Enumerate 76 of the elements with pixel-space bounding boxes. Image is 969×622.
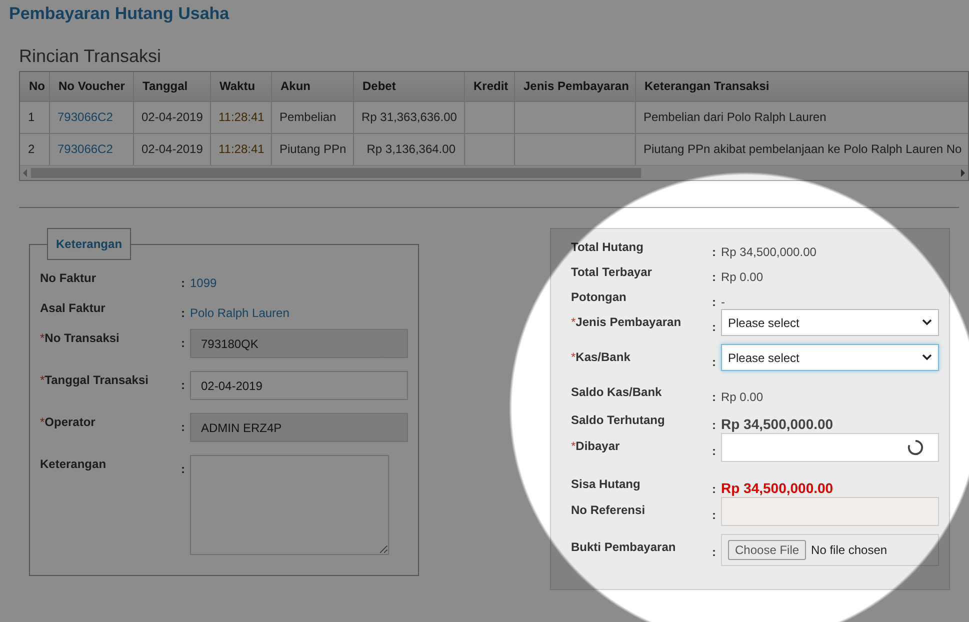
field-label: Total Hutang bbox=[571, 240, 644, 255]
colon: : bbox=[712, 418, 716, 432]
field-label: *Jenis Pembayaran bbox=[571, 315, 682, 330]
field-label: Bukti Pembayaran bbox=[571, 540, 676, 555]
colon: : bbox=[181, 276, 185, 290]
column-header: Jenis Pembayaran bbox=[514, 72, 635, 101]
field-label: Total Terbayar bbox=[571, 265, 652, 280]
file-status: No file chosen bbox=[811, 542, 888, 559]
colon: : bbox=[712, 295, 716, 309]
colon: : bbox=[712, 320, 716, 334]
colon: : bbox=[712, 444, 716, 458]
text-field[interactable] bbox=[721, 497, 939, 526]
field-label: No Faktur bbox=[40, 271, 96, 286]
text-field[interactable]: 02-04-2019 bbox=[190, 371, 408, 400]
chevron-down-icon bbox=[922, 319, 932, 326]
field-label: Saldo Kas/Bank bbox=[571, 385, 662, 400]
horizontal-scrollbar[interactable] bbox=[20, 165, 968, 180]
page-title: Pembayaran Hutang Usaha bbox=[9, 3, 230, 25]
field-label: *Kas/Bank bbox=[571, 350, 630, 365]
table-cell: 1 bbox=[20, 101, 49, 133]
field-value: Rp 34,500,000.00 bbox=[721, 245, 816, 259]
colon: : bbox=[712, 545, 716, 559]
field-value: Rp 34,500,000.00 bbox=[721, 480, 834, 496]
column-header: Debet bbox=[353, 72, 464, 101]
colon: : bbox=[181, 420, 185, 434]
field-value: Rp 0.00 bbox=[721, 390, 764, 404]
column-header: No Voucher bbox=[49, 72, 133, 101]
field-label: Potongan bbox=[571, 290, 626, 305]
field-label: Saldo Terhutang bbox=[571, 413, 665, 428]
section-title: Rincian Transaksi bbox=[19, 45, 162, 67]
colon: : bbox=[712, 245, 716, 259]
table-cell: Pembelian dari Polo Ralph Lauren bbox=[635, 101, 968, 133]
colon: : bbox=[181, 306, 185, 320]
chevron-down-icon bbox=[922, 354, 932, 361]
colon: : bbox=[181, 378, 185, 392]
colon: : bbox=[712, 355, 716, 369]
colon: : bbox=[712, 482, 716, 496]
field-label: Sisa Hutang bbox=[571, 477, 640, 492]
field-value: 1099 bbox=[190, 276, 217, 290]
field-value: - bbox=[721, 295, 725, 309]
field-value: Polo Ralph Lauren bbox=[190, 306, 290, 320]
field-value: Rp 0.00 bbox=[721, 270, 764, 284]
column-header: Keterangan Transaksi bbox=[635, 72, 968, 101]
column-header: Akun bbox=[271, 72, 353, 101]
colon: : bbox=[181, 336, 185, 350]
colon: : bbox=[712, 270, 716, 284]
table-cell[interactable]: 793066C2 bbox=[49, 101, 133, 133]
panel-legend: Keterangan bbox=[47, 228, 132, 260]
table-cell: Rp 31,363,636.00 bbox=[353, 101, 464, 133]
field-label: No Referensi bbox=[571, 503, 646, 518]
notes-field[interactable] bbox=[190, 455, 389, 555]
colon: : bbox=[181, 462, 185, 476]
colon: : bbox=[712, 508, 716, 522]
text-field[interactable]: 793180QK bbox=[190, 329, 408, 358]
column-header: No bbox=[20, 72, 49, 101]
column-header: Kredit bbox=[464, 72, 514, 101]
field-label: Asal Faktur bbox=[40, 301, 106, 316]
column-header: Waktu bbox=[210, 72, 271, 101]
choose-file-button[interactable]: Choose File bbox=[728, 540, 806, 560]
table-cell: 02-04-2019 bbox=[133, 101, 210, 133]
table-cell: 11:28:41 bbox=[210, 101, 271, 133]
column-header: Tanggal bbox=[133, 72, 210, 101]
loading-spinner-icon bbox=[907, 439, 924, 456]
file-field[interactable]: Choose File No file chosen bbox=[721, 534, 939, 566]
amount-field[interactable] bbox=[721, 433, 939, 462]
field-label: *No Transaksi bbox=[40, 331, 120, 346]
field-value: Rp 34,500,000.00 bbox=[721, 416, 834, 432]
colon: : bbox=[712, 390, 716, 404]
field-label: *Dibayar bbox=[571, 439, 620, 454]
field-label: *Tanggal Transaksi bbox=[40, 373, 148, 388]
field-label: *Operator bbox=[40, 415, 96, 430]
text-field[interactable]: ADMIN ERZ4P bbox=[190, 413, 408, 442]
select-field[interactable]: Please select bbox=[721, 309, 939, 336]
field-label: Keterangan bbox=[40, 457, 106, 472]
table-cell: Pembelian bbox=[271, 101, 353, 133]
select-field[interactable]: Please select bbox=[721, 344, 939, 371]
